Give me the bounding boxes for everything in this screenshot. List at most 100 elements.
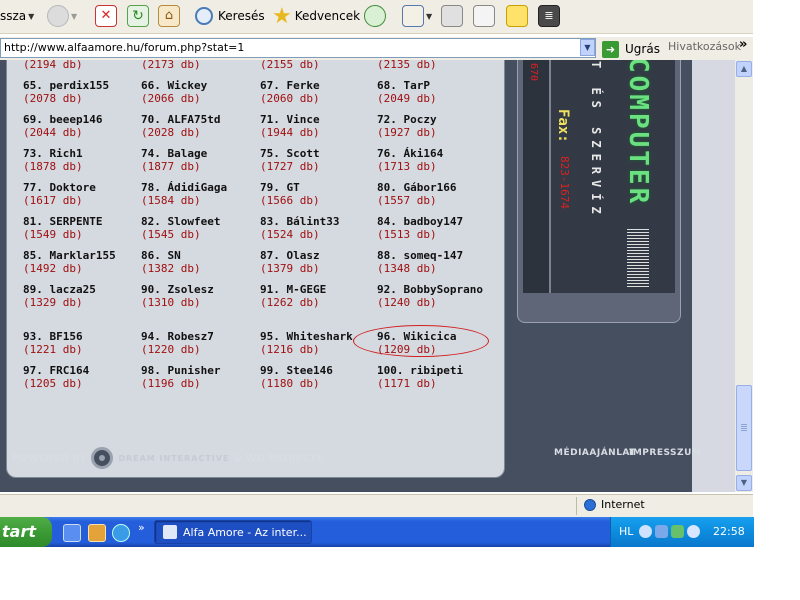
stop-icon: ✕ [95,5,117,27]
post-count: (1171 db) [377,377,437,390]
star-icon: ★ [272,3,292,29]
member-stat-cell: 98. Punisher (1196 db) [141,364,261,390]
refresh-icon: ↻ [127,5,149,27]
member-name-link[interactable]: 100. ribipeti [377,364,497,377]
member-name-link[interactable]: 72. Poczy [377,113,497,126]
home-button[interactable]: ⌂ [158,2,180,30]
home-icon: ⌂ [158,5,180,27]
post-count: (1524 db) [260,228,320,241]
favorites-button[interactable]: ★ Kedvencek [272,2,360,30]
go-button[interactable]: ➜ Ugrás [602,39,660,59]
member-stat-cell: 89. lacza25 (1329 db) [23,283,143,309]
scrollbar-thumb[interactable] [736,385,752,471]
member-name-link[interactable]: 73. Rich1 [23,147,143,160]
member-name-link[interactable]: 86. SN [141,249,261,262]
member-name-link[interactable]: 91. M-GEGE [260,283,380,296]
ad-barcode-graphic [627,229,649,287]
grip-icon [741,424,747,431]
print-button[interactable] [441,2,463,30]
right-side-strip [692,60,735,492]
impresszum-link[interactable]: IMPRESSZUM [629,448,701,458]
member-name-link[interactable]: 89. lacza25 [23,283,143,296]
member-name-link[interactable]: 87. Olasz [260,249,380,262]
users-icon[interactable] [671,525,684,538]
links-toolbar[interactable]: Hivatkozások [668,40,741,53]
advertisement-frame: 670 Fax: 823-1674 T ÉS SZERVÍZ COMPUTER [517,60,681,323]
member-name-link[interactable]: 65. perdix155 [23,79,143,92]
post-count: (1196 db) [141,377,201,390]
member-name-link[interactable]: 88. someq-147 [377,249,497,262]
member-name-link[interactable]: 74. Balage [141,147,261,160]
member-name-link[interactable]: 70. ALFA75td [141,113,261,126]
url-input[interactable]: http://www.alfaamore.hu/forum.php?stat=1 [0,38,596,58]
member-name-link[interactable]: 79. GT [260,181,380,194]
member-name-link[interactable]: 93. BF156 [23,330,143,343]
url-dropdown-icon[interactable]: ▼ [580,39,595,56]
member-name-link[interactable]: 94. Robesz7 [141,330,261,343]
refresh-button[interactable]: ↻ [127,2,149,30]
scroll-down-icon[interactable]: ▼ [736,475,752,491]
mail-dropdown-icon[interactable]: ▼ [426,12,432,21]
member-name-link[interactable]: 77. Doktore [23,181,143,194]
member-name-link[interactable]: 92. BobbySoprano [377,283,497,296]
search-button[interactable]: Keresés [195,2,265,30]
member-name-link[interactable]: 90. Zsolesz [141,283,261,296]
member-name-link[interactable]: 82. Slowfeet [141,215,261,228]
member-stat-cell: 86. SN (1382 db) [141,249,261,275]
links-chevron[interactable]: » [739,37,747,52]
forward-dropdown-icon[interactable]: ▼ [71,12,77,21]
member-name-link[interactable]: 80. Gábor166 [377,181,497,194]
member-name-link[interactable]: 67. Ferke [260,79,380,92]
start-button[interactable]: tart [0,517,52,547]
forward-button[interactable]: ▼ [47,2,77,30]
member-name-link[interactable]: 68. TarP [377,79,497,92]
member-name-link[interactable]: 76. Áki164 [377,147,497,160]
mediaajanlat-link[interactable]: MÉDIAAJÁNLAT [554,448,636,458]
taskbar-window-button[interactable]: Alfa Amore - Az inter... [154,520,312,544]
member-name-link[interactable]: 98. Punisher [141,364,261,377]
wd-projects-link[interactable]: & WD PROJECTS [233,453,323,464]
dream-interactive-link[interactable]: DREAM INTERACTIVE [118,454,229,463]
computer-service-ad[interactable]: 670 Fax: 823-1674 T ÉS SZERVÍZ COMPUTER [523,60,675,293]
clock: 22:58 [713,525,745,538]
member-name-link[interactable]: 78. ÁdidiGaga [141,181,261,194]
member-name-link[interactable]: 69. beeep146 [23,113,143,126]
dream-interactive-logo-icon[interactable] [91,447,114,469]
language-indicator[interactable]: HL [619,525,633,538]
quick-launch-chevron[interactable]: » [138,521,145,534]
edit-button[interactable] [473,2,495,30]
member-name-link[interactable]: 71. Vince [260,113,380,126]
member-name-link[interactable]: 85. Marklar155 [23,249,143,262]
post-count: (2060 db) [260,92,320,105]
member-name-link[interactable]: 97. FRC164 [23,364,143,377]
discuss-button[interactable] [506,2,528,30]
messenger-button[interactable]: ≣ [538,2,560,30]
zone-label: Internet [601,498,645,511]
member-name-link[interactable]: 84. badboy147 [377,215,497,228]
back-button[interactable]: ssza ▼ [0,2,34,30]
member-name-link[interactable]: 75. Scott [260,147,380,160]
network-icon[interactable] [655,525,668,538]
history-button[interactable] [364,2,386,30]
mail-button[interactable]: ▼ [402,2,432,30]
member-name-link[interactable]: 83. Bálint33 [260,215,380,228]
tray-expand-icon[interactable] [639,525,652,538]
member-stat-cell: 81. SERPENTE (1549 db) [23,215,143,241]
member-stat-cell: 66. Wickey (2066 db) [141,79,261,105]
member-name-link[interactable]: 99. Stee146 [260,364,380,377]
member-stat-cell: 78. ÁdidiGaga (1584 db) [141,181,261,207]
post-count: (1180 db) [260,377,320,390]
internet-explorer-icon[interactable] [112,524,130,542]
member-name-link[interactable]: 81. SERPENTE [23,215,143,228]
back-dropdown-icon[interactable]: ▼ [28,12,34,21]
post-count: (1727 db) [260,160,320,173]
vertical-scrollbar[interactable]: ▲ ▼ [735,60,753,492]
stop-button[interactable]: ✕ [95,2,117,30]
desktop-icon[interactable] [63,524,81,542]
post-count: (1878 db) [23,160,83,173]
post-count: (1382 db) [141,262,201,275]
volume-icon[interactable] [687,525,700,538]
winamp-icon[interactable] [88,524,106,542]
member-name-link[interactable]: 66. Wickey [141,79,261,92]
scroll-up-icon[interactable]: ▲ [736,61,752,77]
